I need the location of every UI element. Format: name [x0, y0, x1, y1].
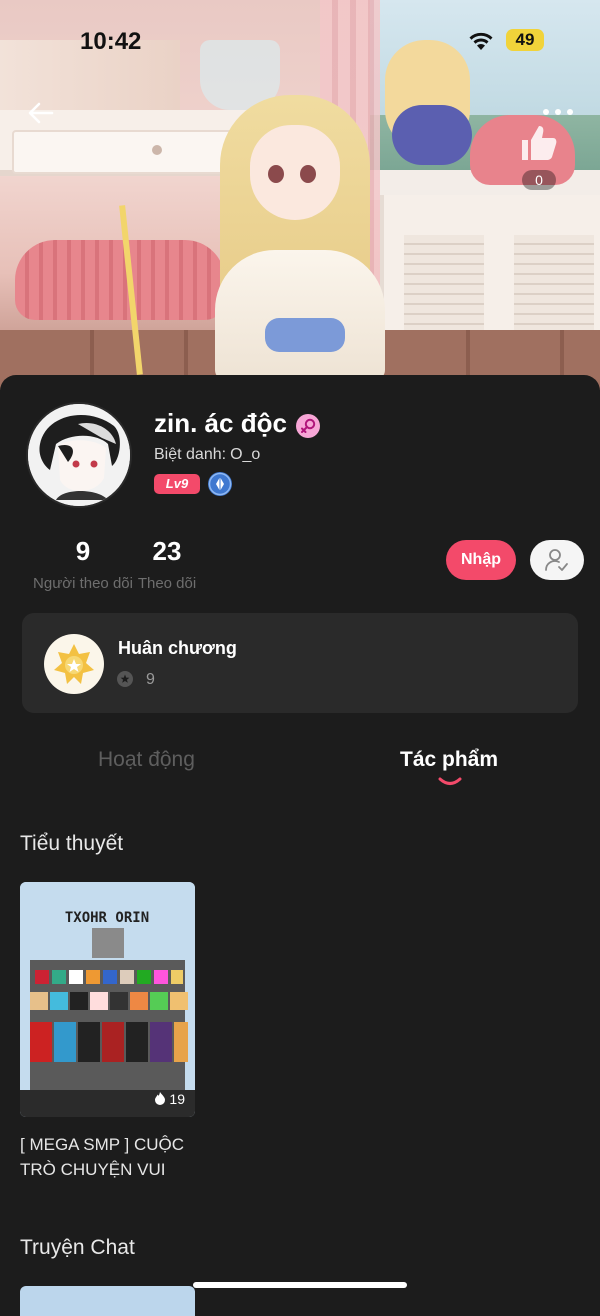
wifi-icon — [467, 30, 495, 57]
import-button[interactable]: Nhập — [446, 540, 516, 580]
follow-user-button[interactable] — [530, 540, 584, 580]
following-stat[interactable]: 23 Theo dõi — [136, 536, 198, 592]
female-gender-icon — [296, 414, 320, 438]
status-time: 10:42 — [80, 28, 142, 55]
novel-title[interactable]: [ MEGA SMP ] CUỘC TRÒ CHUYỆN VUI — [20, 1132, 220, 1182]
medal-count: 9 — [146, 671, 155, 688]
novels-section-title: Tiểu thuyết — [20, 832, 124, 855]
following-count: 23 — [152, 536, 182, 566]
banner-stool — [15, 240, 225, 320]
medal-icon — [44, 634, 104, 694]
nickname-value: O_o — [230, 446, 261, 463]
chat-story-cover[interactable] — [20, 1286, 195, 1316]
back-arrow-icon[interactable] — [26, 98, 56, 128]
medal-title: Huân chương — [118, 638, 237, 658]
chat-stories-section-title: Truyện Chat — [20, 1236, 135, 1259]
thumbs-up-icon[interactable] — [516, 120, 562, 166]
battery-indicator: 49 — [506, 29, 544, 51]
home-indicator[interactable] — [193, 1282, 407, 1288]
nickname: Biệt danh: O_o — [154, 446, 260, 464]
avatar[interactable] — [26, 402, 132, 508]
status-bar: 10:42 49 — [0, 26, 600, 56]
novel-fire-count: 19 — [154, 1091, 185, 1107]
diamond-badge-icon — [208, 472, 232, 496]
tab-works[interactable]: Tác phẩm — [400, 748, 498, 772]
profile-banner — [0, 0, 600, 390]
following-label: Theo dõi — [137, 575, 197, 592]
tab-activity[interactable]: Hoạt động — [98, 748, 195, 772]
medal-card[interactable] — [22, 613, 578, 713]
star-icon — [117, 671, 133, 687]
profile-name: zin. ác độc — [154, 408, 287, 438]
active-tab-indicator — [437, 774, 463, 788]
level-badge: Lv9 — [154, 474, 200, 494]
nickname-label: Biệt danh: — [154, 446, 227, 463]
novel-cover-text: TXOHR ORIN — [65, 910, 149, 926]
followers-stat[interactable]: 9 Người theo dõi — [28, 536, 138, 592]
banner-drawer — [12, 130, 246, 174]
novel-cover[interactable]: TXOHR ORIN 19 — [20, 882, 195, 1117]
followers-count: 9 — [75, 536, 91, 566]
like-count: 0 — [522, 170, 556, 190]
followers-label: Người theo dõi — [33, 575, 133, 592]
fire-icon — [154, 1091, 170, 1107]
